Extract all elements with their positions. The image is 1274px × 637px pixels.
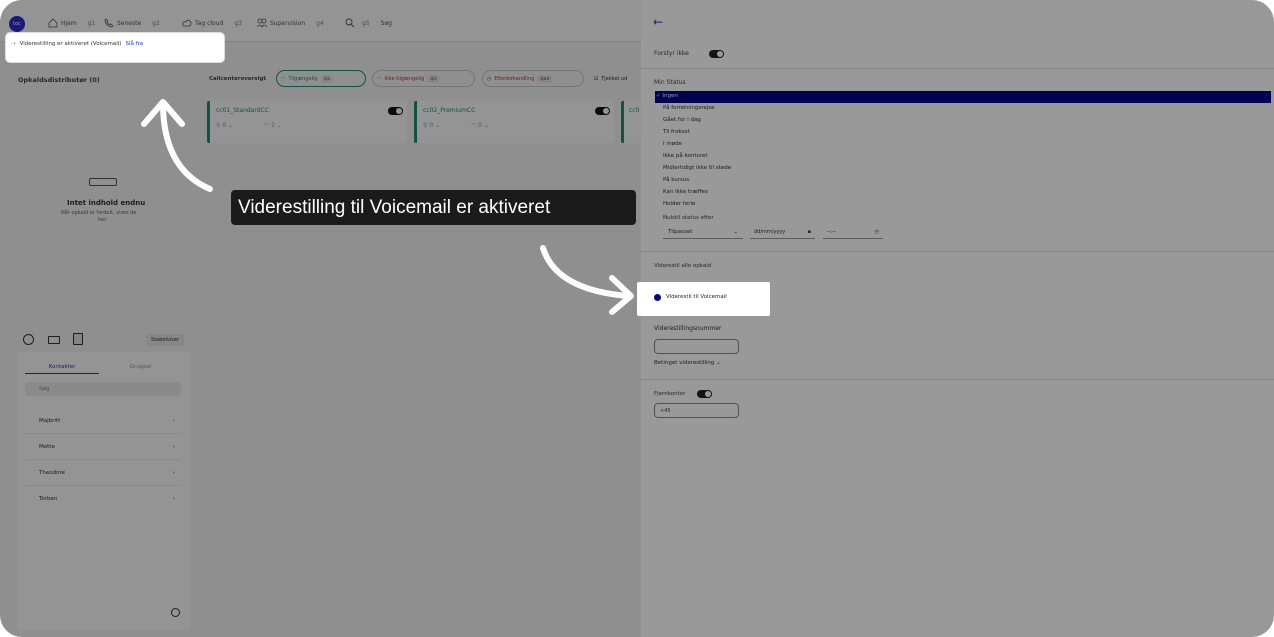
arrow-to-voicemail <box>540 245 631 299</box>
instruction-callout: Viderestilling til Voicemail er aktivere… <box>231 190 636 225</box>
arrow-to-banner <box>160 105 213 192</box>
app-window: toc Hjem g1 Seneste g2 Tag cloud g3 Supe… <box>0 0 1274 637</box>
annotation-arrows <box>141 99 634 315</box>
